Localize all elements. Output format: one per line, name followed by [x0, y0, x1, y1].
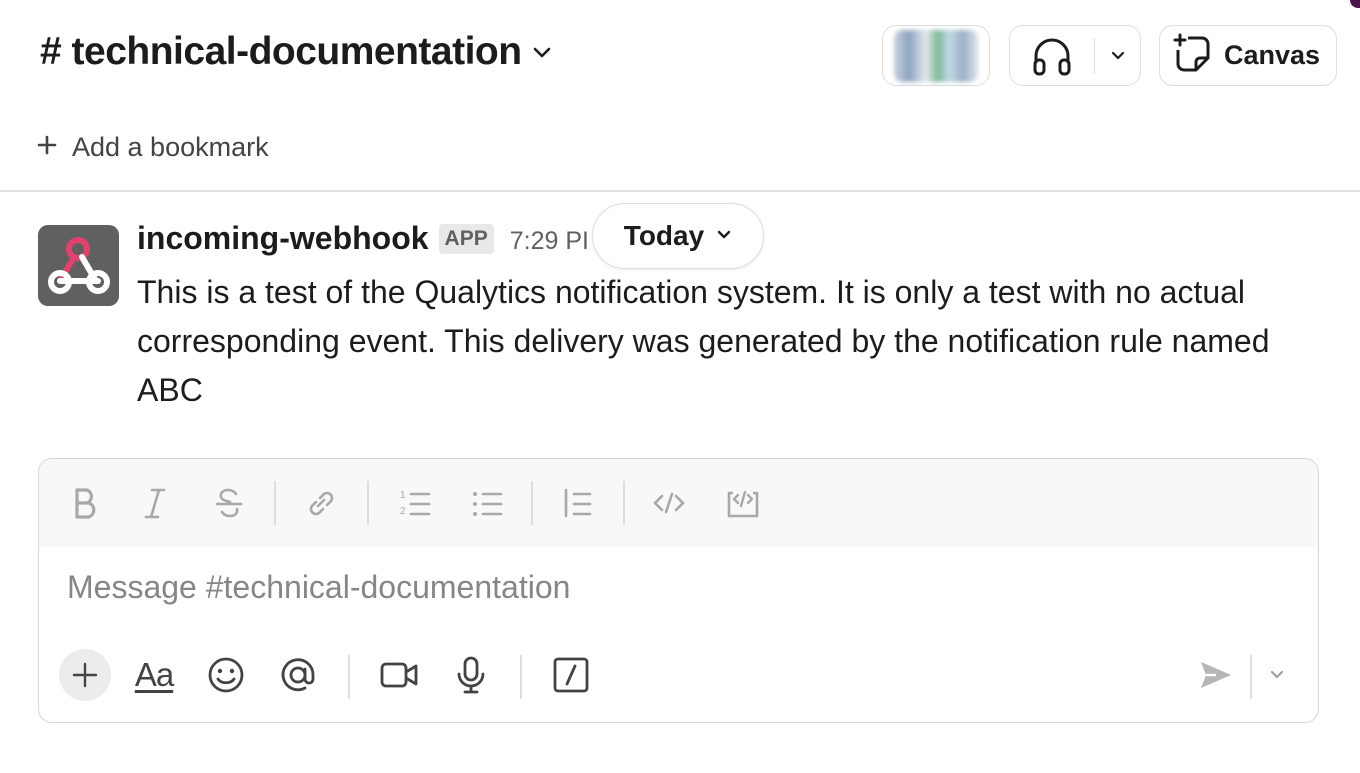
svg-text:1: 1: [400, 490, 406, 501]
chevron-down-icon[interactable]: [1095, 50, 1140, 62]
message-composer: 12 Aa: [38, 458, 1319, 723]
svg-text:2: 2: [400, 506, 406, 517]
ordered-list-icon[interactable]: 12: [395, 483, 435, 523]
headphones-icon[interactable]: [1010, 26, 1094, 85]
toolbar-divider: [531, 481, 533, 525]
chevron-down-icon[interactable]: [1252, 649, 1302, 701]
actions-divider: [520, 655, 522, 699]
bulleted-list-icon[interactable]: [467, 483, 507, 523]
channel-name: # technical-documentation: [40, 30, 522, 73]
member-avatars: [894, 29, 978, 82]
actions-divider: [348, 655, 350, 699]
channel-header: # technical-documentation Canvas Add a b…: [0, 0, 1360, 162]
plus-icon: [36, 134, 58, 161]
strikethrough-icon[interactable]: [209, 483, 249, 523]
formatting-label: Aa: [134, 656, 174, 693]
link-icon[interactable]: [301, 483, 341, 523]
mention-icon[interactable]: [273, 649, 323, 701]
canvas-icon: [1172, 32, 1214, 79]
toolbar-divider: [367, 481, 369, 525]
send-icon[interactable]: [1191, 649, 1241, 701]
message-input[interactable]: [67, 569, 1267, 606]
header-divider: [0, 190, 1360, 192]
app-badge: APP: [438, 224, 494, 254]
toolbar-divider: [623, 481, 625, 525]
channel-title-button[interactable]: # technical-documentation: [40, 30, 552, 74]
webhook-icon: [48, 237, 110, 294]
message-sender[interactable]: incoming-webhook: [137, 220, 429, 257]
huddle-button[interactable]: [1009, 25, 1141, 86]
slash-command-icon[interactable]: [546, 649, 596, 701]
plus-icon[interactable]: [59, 649, 111, 701]
message-body: This is a test of the Qualytics notifica…: [137, 274, 1270, 408]
emoji-icon[interactable]: [201, 649, 251, 701]
canvas-button[interactable]: Canvas: [1159, 25, 1337, 86]
video-icon[interactable]: [374, 649, 424, 701]
webhook-avatar[interactable]: [38, 225, 119, 306]
blockquote-icon[interactable]: [557, 483, 597, 523]
date-label: Today: [623, 220, 705, 251]
message-timestamp[interactable]: 7:29 PI: [510, 227, 589, 256]
chevron-down-icon: [716, 228, 732, 246]
formatting-icon[interactable]: Aa: [129, 649, 179, 701]
code-icon[interactable]: [649, 483, 689, 523]
toolbar-divider: [274, 481, 276, 525]
chevron-down-icon: [532, 45, 552, 64]
bold-icon[interactable]: [65, 483, 105, 523]
members-button[interactable]: [882, 25, 990, 86]
add-bookmark-button[interactable]: Add a bookmark: [36, 132, 269, 163]
message-header: incoming-webhook APP 7:29 PI: [137, 220, 589, 258]
add-bookmark-label: Add a bookmark: [72, 132, 269, 162]
canvas-label: Canvas: [1224, 40, 1321, 70]
date-divider-button[interactable]: Today: [592, 203, 764, 269]
italic-icon[interactable]: [135, 483, 175, 523]
formatting-toolbar: 12: [39, 459, 1318, 547]
code-block-icon[interactable]: [723, 483, 763, 523]
composer-actions: Aa: [39, 649, 1318, 709]
microphone-icon[interactable]: [446, 649, 496, 701]
